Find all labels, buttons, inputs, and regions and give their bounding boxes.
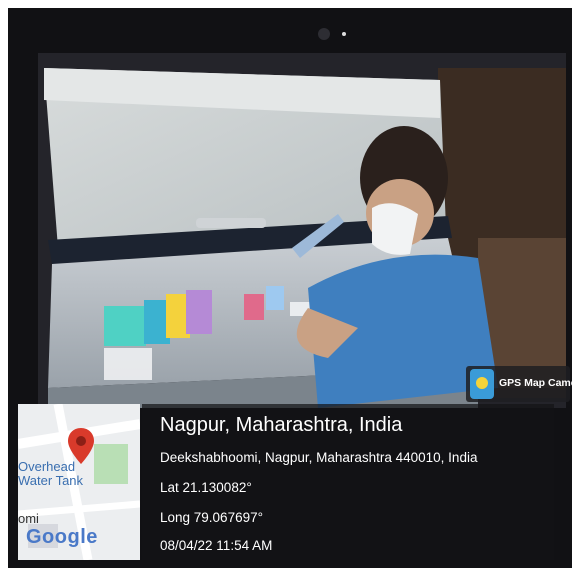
- map-thumbnail[interactable]: Overhead Water Tank omi Google: [18, 404, 140, 560]
- gps-camera-icon: [470, 369, 494, 399]
- map-label-omi: omi: [18, 511, 39, 526]
- photo-frame: Overhead Water Tank omi Google Nagpur, M…: [0, 0, 579, 576]
- gps-map-camera-badge: GPS Map Camera: [466, 366, 579, 402]
- location-title: Nagpur, Maharashtra, India: [160, 414, 403, 436]
- badge-label: GPS Map Camera: [499, 377, 579, 389]
- location-overlay: Nagpur, Maharashtra, India Deekshabhoomi…: [142, 404, 554, 560]
- location-latitude: Lat 21.130082°: [160, 480, 252, 495]
- tube-rack-teal: [104, 306, 146, 346]
- location-longitude: Long 79.067697°: [160, 510, 263, 525]
- location-datetime: 08/04/22 11:54 AM: [160, 538, 273, 553]
- tube-rack-purple: [186, 290, 212, 334]
- google-logo: Google: [26, 526, 98, 548]
- map-label-water-tank: Water Tank: [18, 473, 84, 488]
- face-mask: [372, 203, 418, 255]
- map-label-overhead: Overhead: [18, 459, 76, 474]
- location-address: Deekshabhoomi, Nagpur, Maharashtra 44001…: [160, 450, 478, 465]
